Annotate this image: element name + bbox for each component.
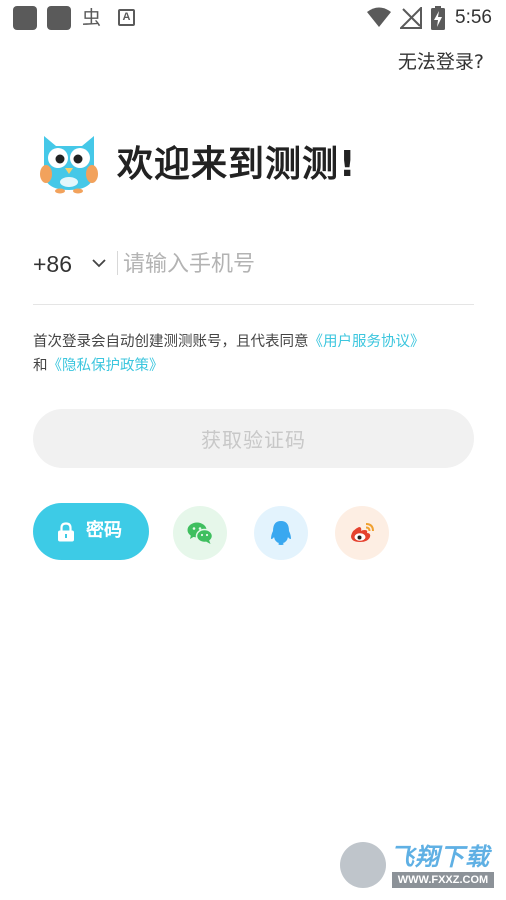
watermark-title: 飞翔下载	[390, 843, 490, 871]
agreement-conjunction: 和	[33, 358, 48, 374]
weibo-icon	[351, 523, 374, 542]
phone-number-input[interactable]	[123, 244, 463, 284]
status-bar: 虫 A 5:56	[0, 0, 506, 36]
password-login-label: 密码	[86, 520, 122, 541]
watermark-url: WWW.FXXZ.COM	[392, 872, 494, 888]
input-underline	[33, 304, 474, 305]
password-login-button[interactable]: 密码	[33, 503, 149, 560]
cannot-login-link[interactable]: 无法登录?	[398, 48, 484, 76]
font-a-icon: A	[118, 9, 135, 26]
phone-input-row: +86	[33, 242, 474, 286]
agreement-prefix: 首次登录会自动创建测测账号，且代表同意	[33, 334, 309, 350]
no-signal-icon	[400, 7, 422, 29]
wechat-login-button[interactable]	[173, 506, 227, 560]
wechat-icon	[187, 522, 214, 544]
welcome-title: 欢迎来到测测!	[117, 144, 357, 185]
qq-icon	[271, 521, 291, 545]
agreement-text: 首次登录会自动创建测测账号，且代表同意《用户服务协议》 和《隐私保护政策》	[33, 330, 478, 378]
notification-square-icon	[47, 6, 71, 30]
bug-icon: 虫	[82, 7, 102, 29]
user-agreement-link[interactable]: 《用户服务协议》	[309, 334, 425, 350]
watermark: 飞翔下载 WWW.FXXZ.COM	[338, 838, 498, 892]
country-code-selector[interactable]: +86	[33, 246, 72, 282]
battery-charging-icon	[431, 6, 445, 30]
owl-logo-icon	[40, 136, 98, 194]
clock-time: 5:56	[455, 7, 492, 28]
qq-login-button[interactable]	[254, 506, 308, 560]
divider	[117, 251, 118, 275]
lock-icon	[58, 522, 74, 542]
privacy-policy-link[interactable]: 《隐私保护政策》	[48, 358, 164, 374]
weibo-login-button[interactable]	[335, 506, 389, 560]
watermark-logo-icon	[340, 842, 386, 888]
wifi-icon	[367, 7, 391, 27]
notification-square-icon	[13, 6, 37, 30]
get-verification-code-button[interactable]: 获取验证码	[33, 409, 474, 468]
chevron-down-icon[interactable]	[89, 253, 109, 273]
